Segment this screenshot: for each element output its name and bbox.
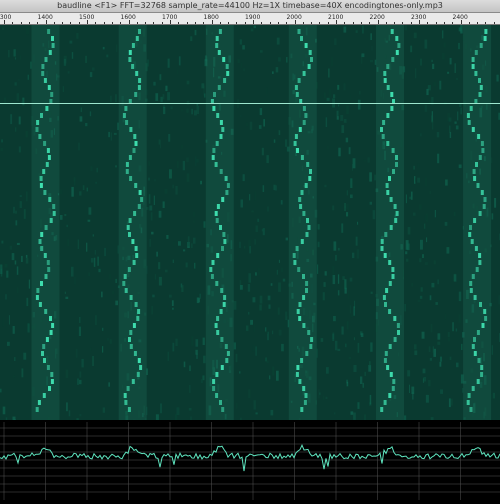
ruler-minor-tick — [394, 22, 395, 24]
ruler-minor-tick — [21, 22, 22, 24]
ruler-minor-tick — [70, 22, 71, 24]
ruler-minor-tick — [162, 22, 163, 24]
time-cursor-line — [0, 103, 500, 104]
ruler-minor-tick — [228, 22, 229, 24]
tone-track-2440 — [463, 25, 491, 420]
ruler-minor-tick — [286, 22, 287, 24]
ruler-minor-tick — [236, 22, 237, 24]
ruler-minor-tick — [344, 22, 345, 24]
tone-track-1820 — [206, 25, 234, 420]
ruler-minor-tick — [361, 22, 362, 24]
ruler-minor-tick — [187, 22, 188, 24]
ruler-minor-tick — [220, 22, 221, 24]
spectrogram-display[interactable] — [0, 25, 500, 420]
ruler-major-tick — [129, 20, 130, 24]
ruler-minor-tick — [245, 22, 246, 24]
ruler-minor-tick — [328, 22, 329, 24]
ruler-minor-tick — [278, 22, 279, 24]
ruler-minor-tick — [270, 22, 271, 24]
spectrogram-canvas — [0, 25, 500, 420]
tone-track-1610 — [119, 25, 147, 420]
ruler-major-tick — [461, 20, 462, 24]
ruler-minor-tick — [153, 22, 154, 24]
tone-track-2020 — [289, 25, 317, 420]
ruler-major-tick — [253, 20, 254, 24]
ruler-major-tick — [295, 20, 296, 24]
ruler-minor-tick — [178, 22, 179, 24]
ruler-minor-tick — [469, 22, 470, 24]
ruler-minor-tick — [145, 22, 146, 24]
frequency-ruler[interactable]: 1300140015001600170018001900200021002200… — [0, 13, 500, 25]
ruler-minor-tick — [485, 22, 486, 24]
ruler-major-tick — [46, 20, 47, 24]
ruler-minor-tick — [79, 22, 80, 24]
ruler-minor-tick — [112, 22, 113, 24]
ruler-minor-tick — [29, 22, 30, 24]
ruler-major-tick — [419, 20, 420, 24]
ruler-minor-tick — [195, 22, 196, 24]
ruler-minor-tick — [203, 22, 204, 24]
ruler-minor-tick — [95, 22, 96, 24]
ruler-minor-tick — [311, 22, 312, 24]
ruler-major-tick — [87, 20, 88, 24]
spectrum-canvas — [0, 422, 500, 500]
spectrum-display[interactable] — [0, 422, 500, 500]
ruler-minor-tick — [303, 22, 304, 24]
tone-track-1400 — [32, 25, 60, 420]
window-titlebar[interactable]: baudline <F1> FFT=32768 sample_rate=4410… — [0, 0, 500, 13]
ruler-minor-tick — [120, 22, 121, 24]
ruler-minor-tick — [427, 22, 428, 24]
ruler-major-tick — [212, 20, 213, 24]
window-title: baudline <F1> FFT=32768 sample_rate=4410… — [0, 0, 500, 12]
ruler-minor-tick — [452, 22, 453, 24]
ruler-major-tick — [336, 20, 337, 24]
ruler-minor-tick — [319, 22, 320, 24]
ruler-minor-tick — [261, 22, 262, 24]
ruler-minor-tick — [436, 22, 437, 24]
spectrum-grid — [0, 422, 500, 500]
ruler-minor-tick — [369, 22, 370, 24]
ruler-minor-tick — [444, 22, 445, 24]
ruler-minor-tick — [37, 22, 38, 24]
ruler-minor-tick — [386, 22, 387, 24]
ruler-minor-tick — [62, 22, 63, 24]
ruler-major-tick — [4, 20, 5, 24]
ruler-minor-tick — [411, 22, 412, 24]
spectrum-trace — [0, 445, 500, 471]
ruler-major-tick — [378, 20, 379, 24]
ruler-minor-tick — [402, 22, 403, 24]
ruler-minor-tick — [494, 22, 495, 24]
ruler-label-1300: 1300 — [0, 14, 11, 21]
ruler-minor-tick — [104, 22, 105, 24]
ruler-major-tick — [170, 20, 171, 24]
ruler-minor-tick — [54, 22, 55, 24]
ruler-minor-tick — [12, 22, 13, 24]
ruler-minor-tick — [137, 22, 138, 24]
ruler-minor-tick — [477, 22, 478, 24]
spectrogram-noise — [0, 25, 500, 420]
tone-track-2230 — [376, 25, 404, 420]
ruler-minor-tick — [353, 22, 354, 24]
